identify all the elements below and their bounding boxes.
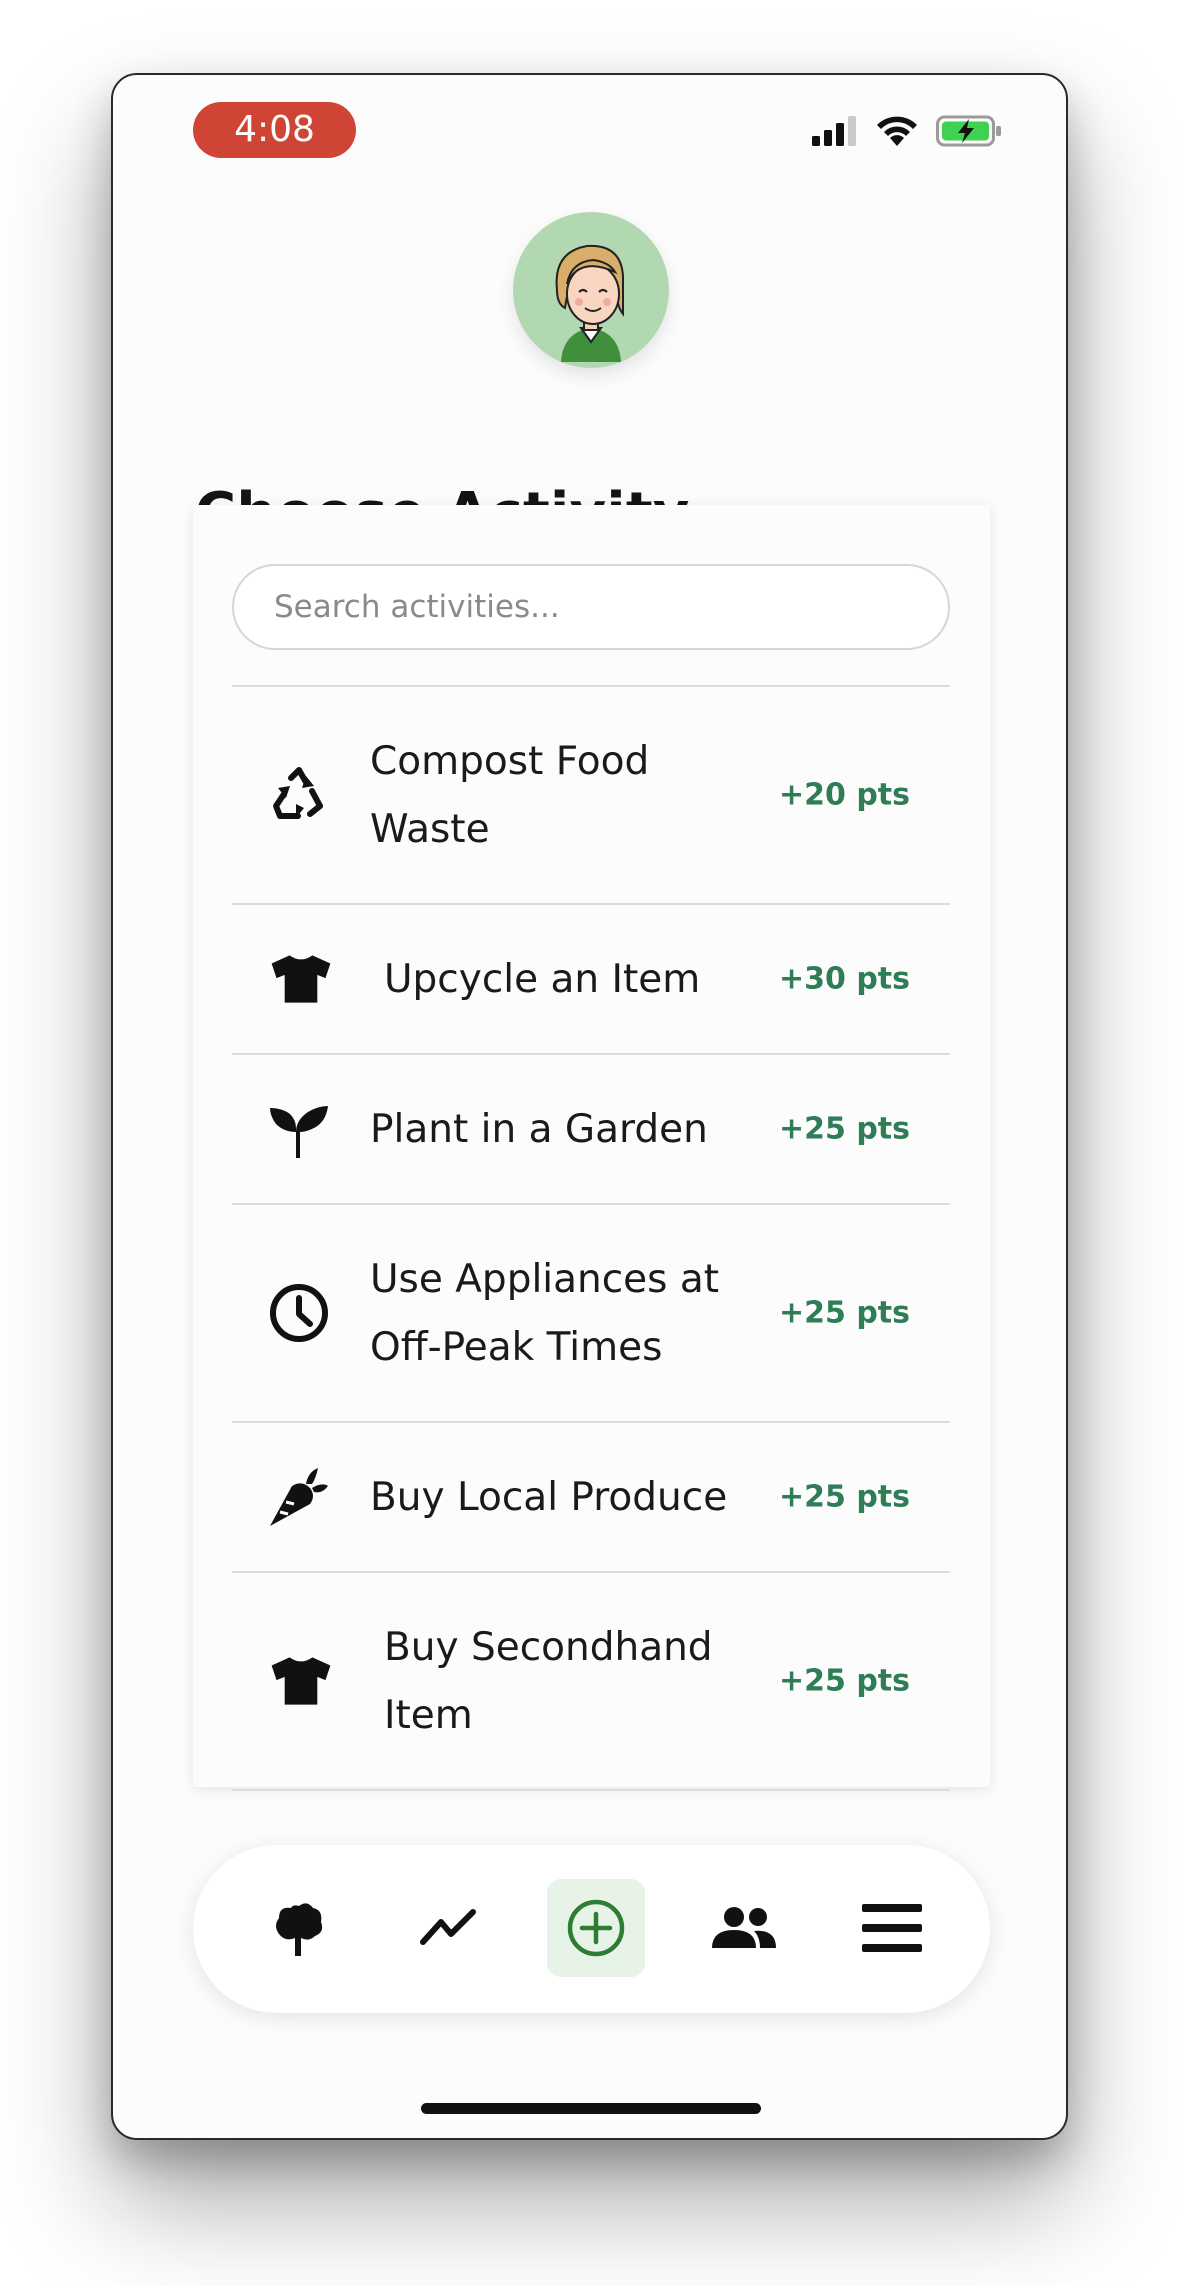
add-circle-icon <box>567 1899 625 1957</box>
recycle-icon <box>268 764 330 826</box>
status-icons <box>812 113 1002 149</box>
tshirt-icon <box>270 1650 332 1712</box>
tshirt-icon <box>270 948 332 1010</box>
activity-card: Compost Food Waste +20 pts Upcycle an It… <box>193 505 990 1791</box>
list-item[interactable]: Use Appliances at Off-Peak Times +25 pts <box>232 1205 950 1423</box>
list-item[interactable]: Compost Food Waste +20 pts <box>232 687 950 905</box>
activity-label: Plant in a Garden <box>370 1107 708 1152</box>
activity-label: Use Appliances at Off-Peak Times <box>370 1257 720 1370</box>
battery-charging-icon <box>936 115 1001 147</box>
clock-icon <box>268 1282 330 1344</box>
carrot-icon <box>268 1466 330 1528</box>
activity-points: +25 pts <box>778 1295 910 1331</box>
seedling-icon <box>268 1098 330 1160</box>
nav-add-activity[interactable] <box>547 1879 645 1977</box>
nav-menu[interactable] <box>843 1879 941 1977</box>
activity-points: +20 pts <box>778 777 910 813</box>
activity-label: Buy Local Produce <box>370 1475 728 1520</box>
avatar-illustration-icon <box>555 244 624 362</box>
home-indicator[interactable] <box>421 2103 761 2114</box>
list-item[interactable]: Buy Local Produce +25 pts <box>232 1423 950 1573</box>
bottom-nav <box>193 1845 990 2013</box>
activity-label: Compost Food Waste <box>370 739 650 852</box>
activity-label: Upcycle an Item <box>384 957 701 1002</box>
status-time: 4:08 <box>193 102 356 158</box>
people-icon <box>712 1907 776 1948</box>
cellular-signal-icon <box>812 116 856 146</box>
activity-points: +25 pts <box>778 1479 910 1515</box>
nav-trends[interactable] <box>399 1879 497 1977</box>
list-item[interactable]: Buy Secondhand Item +25 pts <box>232 1573 950 1791</box>
phone-frame: 4:08 Search activities... Compost Food W… <box>111 73 1068 2140</box>
user-avatar[interactable] <box>513 212 669 368</box>
activity-points: +25 pts <box>778 1111 910 1147</box>
nav-tree[interactable] <box>250 1879 348 1977</box>
nav-community[interactable] <box>695 1879 793 1977</box>
screen-background: 4:08 Search activities... Compost Food W… <box>0 0 1180 2286</box>
activity-points: +30 pts <box>778 961 910 997</box>
menu-icon <box>862 1904 922 1952</box>
activity-list: Compost Food Waste +20 pts Upcycle an It… <box>232 685 950 1791</box>
tree-icon <box>276 1903 323 1956</box>
activity-points: +25 pts <box>778 1663 910 1699</box>
trend-icon <box>420 1909 476 1945</box>
list-item[interactable]: Plant in a Garden +25 pts <box>232 1055 950 1205</box>
activity-label: Buy Secondhand Item <box>384 1625 713 1738</box>
wifi-icon <box>877 116 917 146</box>
list-item[interactable]: Upcycle an Item +30 pts <box>232 905 950 1055</box>
search-input[interactable] <box>232 564 950 650</box>
